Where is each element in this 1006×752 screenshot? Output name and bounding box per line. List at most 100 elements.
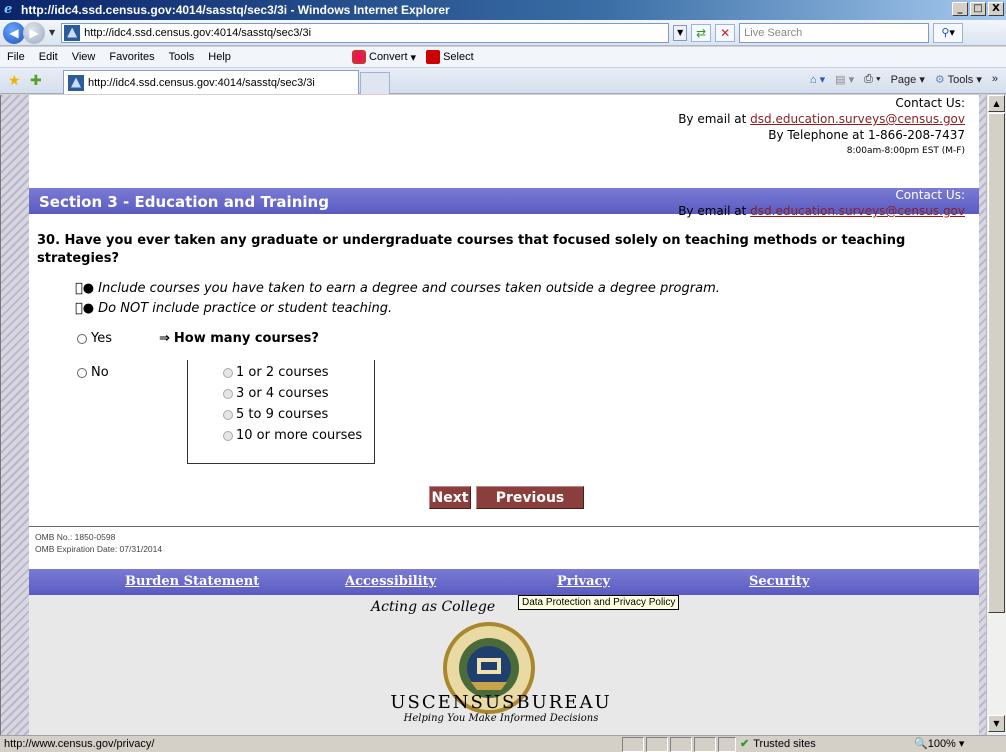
page-content: Contact Us: By email at dsd.education.su…	[29, 95, 979, 735]
course-option[interactable]: 1 or 2 courses	[223, 365, 328, 380]
scroll-thumb[interactable]	[988, 113, 1005, 613]
address-toolbar: ◀ ▶ ▼ http://idc4.ssd.census.gov:4014/sa…	[0, 20, 1006, 46]
tab-favicon-icon	[68, 74, 84, 91]
no-label: No	[91, 365, 109, 380]
zoom-level[interactable]: 🔍100% ▾	[914, 737, 964, 750]
yes-radio[interactable]	[77, 333, 87, 344]
menu-favorites[interactable]: Favorites	[102, 51, 161, 63]
checkmark-icon: ✔	[740, 738, 750, 750]
select-button[interactable]: Select	[426, 50, 474, 64]
minimize-button[interactable]: _	[952, 2, 968, 16]
status-cell	[718, 737, 736, 752]
page-menu[interactable]: Page ▾	[891, 73, 925, 86]
contact-heading: Contact Us:	[895, 96, 965, 110]
maximize-button[interactable]: □	[970, 2, 986, 16]
convert-button[interactable]: Convert ▾	[352, 50, 416, 64]
question-text: 30. Have you ever taken any graduate or …	[37, 233, 906, 266]
contact-email-line: By email at dsd.education.surveys@census…	[678, 112, 965, 126]
privacy-link[interactable]: Privacy	[557, 574, 610, 589]
status-cell	[646, 737, 668, 752]
security-link[interactable]: Security	[749, 574, 809, 589]
security-zone[interactable]: ✔ Trusted sites	[740, 737, 816, 751]
pdf-toolbar: Convert ▾ Select	[352, 50, 474, 64]
command-bar: ⌂ ▾ ▤ ▾ ⎙ ▾ Page ▾ ⚙ Tools ▾ »	[810, 73, 998, 86]
menu-tools[interactable]: Tools	[162, 51, 202, 63]
menu-edit[interactable]: Edit	[32, 51, 65, 63]
course-radio[interactable]	[223, 388, 233, 399]
status-cell	[670, 737, 692, 752]
contact-hours: 8:00am-8:00pm EST (M-F)	[846, 146, 965, 156]
forward-button[interactable]: ▶	[23, 21, 45, 44]
contact-email-link[interactable]: dsd.education.surveys@census.gov	[750, 112, 965, 126]
left-border-pattern	[1, 95, 29, 735]
contact-bar: Contact Us: By email at dsd.education.su…	[678, 187, 965, 219]
instruction-item: ●Include courses you have taken to earn…	[75, 281, 720, 296]
scroll-down-button[interactable]: ▼	[988, 715, 1005, 732]
window-titlebar: e http://idc4.ssd.census.gov:4014/sasstq…	[0, 0, 1006, 20]
previous-button[interactable]: Previous	[476, 486, 584, 509]
footer-links-bar: Burden Statement Accessibility Privacy S…	[29, 569, 979, 595]
course-option[interactable]: 10 or more courses	[223, 428, 362, 443]
course-option[interactable]: 3 or 4 courses	[223, 386, 328, 401]
chevron-more-icon[interactable]: »	[992, 73, 998, 86]
contact-bar-heading: Contact Us:	[895, 188, 965, 202]
course-option[interactable]: 5 to 9 courses	[223, 407, 328, 422]
section-title: Section 3 - Education and Training	[39, 193, 329, 211]
status-bar: http://www.census.gov/privacy/ ✔ Trusted…	[0, 735, 1006, 752]
address-bar[interactable]: http://idc4.ssd.census.gov:4014/sasstq/s…	[61, 22, 670, 43]
address-dropdown-icon[interactable]: ▼	[673, 24, 688, 41]
burden-statement-link[interactable]: Burden Statement	[125, 574, 259, 589]
course-radio[interactable]	[223, 409, 233, 420]
contact-bar-email-line: By email at dsd.education.surveys@census…	[678, 204, 965, 218]
instruction-item: ●Do NOT include practice or student tea…	[75, 301, 392, 316]
brand-tagline: Helping You Make Informed Decisions	[403, 713, 599, 724]
omb-number: OMB No.: 1850-0598	[35, 532, 116, 542]
status-url: http://www.census.gov/privacy/	[4, 738, 155, 750]
address-url[interactable]: http://idc4.ssd.census.gov:4014/sasstq/s…	[84, 27, 311, 39]
tab-label: http://idc4.ssd.census.gov:4014/sasstq/s…	[88, 76, 315, 89]
search-input[interactable]: Live Search	[739, 22, 930, 43]
tools-menu[interactable]: ⚙ Tools ▾	[935, 73, 982, 86]
apple-bullet-icon: ●	[75, 281, 94, 296]
status-cell	[622, 737, 644, 752]
contact-phone: By Telephone at 1-866-208-7437	[768, 128, 965, 142]
contact-bar-email-link[interactable]: dsd.education.surveys@census.gov	[750, 204, 965, 218]
close-window-button[interactable]: X	[988, 2, 1004, 16]
course-radio[interactable]	[223, 430, 233, 441]
search-icon: ⚲	[941, 26, 950, 39]
answer-no[interactable]: No	[77, 365, 109, 380]
scroll-up-button[interactable]: ▲	[988, 95, 1005, 112]
acting-as-text: Acting as College	[371, 599, 496, 615]
select-icon	[426, 50, 441, 64]
next-button[interactable]: Next	[429, 486, 471, 509]
stop-button[interactable]: ✕	[715, 23, 736, 42]
refresh-button[interactable]: ⇄	[691, 23, 712, 42]
add-favorites-icon[interactable]: ✚	[30, 73, 42, 89]
no-radio[interactable]	[77, 367, 87, 378]
census-bureau-logo: USCENSUSBUREAU Helping You Make Informed…	[381, 692, 621, 724]
status-cell	[694, 737, 716, 752]
home-icon[interactable]: ⌂ ▾	[810, 73, 825, 86]
course-radio[interactable]	[223, 367, 233, 378]
favorites-star-icon[interactable]: ★	[8, 73, 21, 89]
feeds-icon[interactable]: ▤ ▾	[835, 73, 854, 86]
menu-view[interactable]: View	[65, 51, 103, 63]
window-controls: _ □ X	[952, 2, 1004, 16]
followup-label: How many courses?	[173, 331, 319, 346]
back-button[interactable]: ◀	[3, 21, 25, 44]
window-title: http://idc4.ssd.census.gov:4014/sasstq/s…	[21, 3, 450, 17]
menu-help[interactable]: Help	[201, 51, 238, 63]
active-tab[interactable]: http://idc4.ssd.census.gov:4014/sasstq/s…	[63, 70, 359, 94]
yes-label: Yes	[91, 331, 112, 346]
answer-yes[interactable]: Yes	[77, 331, 112, 346]
print-icon[interactable]: ⎙ ▾	[864, 73, 880, 86]
new-tab-button[interactable]	[360, 72, 390, 94]
accessibility-link[interactable]: Accessibility	[345, 574, 436, 589]
right-border-pattern	[979, 95, 986, 735]
gear-icon: ⚙	[934, 74, 945, 86]
history-dropdown-icon[interactable]: ▼	[49, 28, 55, 37]
vertical-scrollbar[interactable]: ▲ ▼	[986, 95, 1006, 735]
search-button[interactable]: ⚲ ▾	[933, 22, 964, 43]
tab-bar: ★ ✚ http://idc4.ssd.census.gov:4014/sass…	[0, 68, 1006, 94]
menu-file[interactable]: File	[0, 51, 32, 63]
